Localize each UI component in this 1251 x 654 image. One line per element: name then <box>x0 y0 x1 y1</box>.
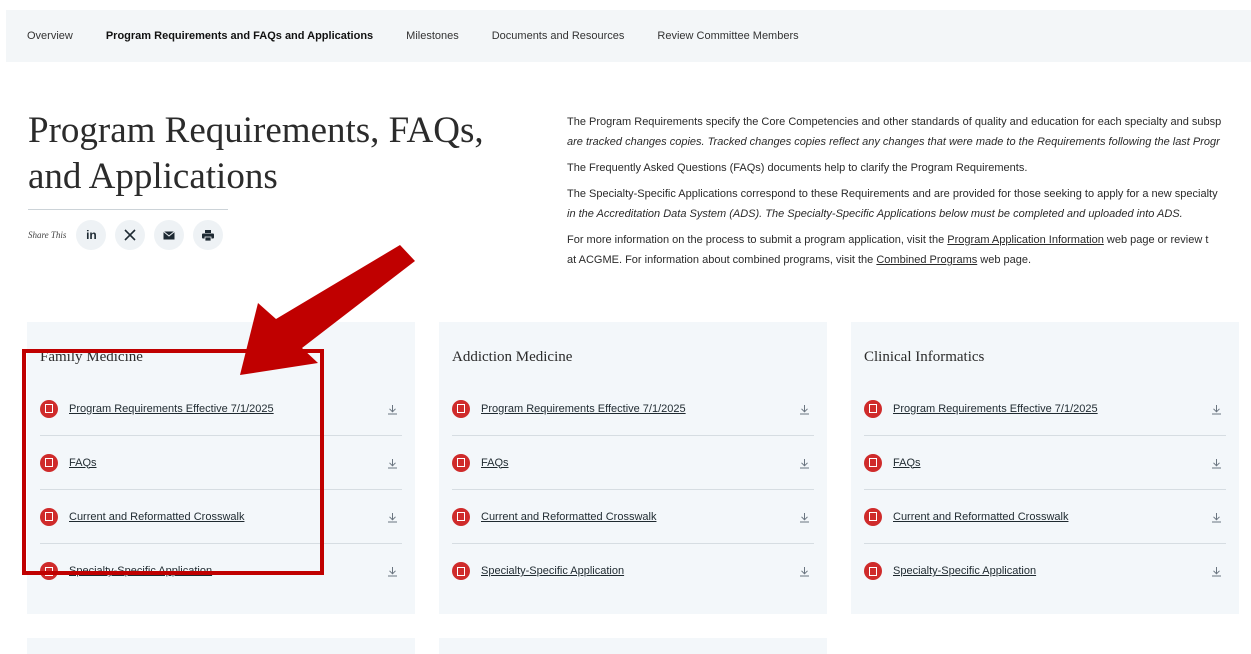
intro-p4-text-3: at ACGME. For information about combined… <box>567 254 877 266</box>
print-icon[interactable] <box>193 220 224 250</box>
list-item: Current and Reformatted Crosswalk <box>864 490 1226 544</box>
specialty-card-clinical-informatics: Clinical Informatics Program Requirement… <box>851 322 1239 614</box>
download-icon[interactable] <box>1211 456 1222 474</box>
document-link[interactable]: Specialty-Specific Application <box>481 565 624 577</box>
download-icon[interactable] <box>387 510 398 528</box>
intro-p4-text-4: web page. <box>977 254 1032 266</box>
linkedin-icon[interactable]: in <box>76 220 107 250</box>
page-title-line2: and Applications <box>28 156 278 197</box>
pdf-icon <box>40 399 58 418</box>
intro-p2: The Frequently Asked Questions (FAQs) do… <box>567 162 1028 174</box>
tab-program-requirements[interactable]: Program Requirements and FAQs and Applic… <box>106 30 373 42</box>
card-title: Family Medicine <box>40 349 143 365</box>
document-link[interactable]: Program Requirements Effective 7/1/2025 <box>893 403 1098 415</box>
pdf-icon <box>864 453 882 472</box>
download-icon[interactable] <box>799 456 810 474</box>
tab-overview[interactable]: Overview <box>27 30 73 42</box>
tab-review-committee[interactable]: Review Committee Members <box>657 30 798 42</box>
pdf-icon <box>40 507 58 526</box>
section-tabs: Overview Program Requirements and FAQs a… <box>6 10 1251 62</box>
tab-milestones[interactable]: Milestones <box>406 30 459 42</box>
intro-p1-line2: are tracked changes copies. Tracked chan… <box>567 136 1220 148</box>
list-item: FAQs <box>452 436 814 490</box>
download-icon[interactable] <box>387 564 398 582</box>
document-link[interactable]: Current and Reformatted Crosswalk <box>893 511 1068 523</box>
email-icon[interactable] <box>154 220 185 250</box>
list-item: Program Requirements Effective 7/1/2025 <box>452 382 814 436</box>
list-item: Specialty-Specific Application <box>40 544 402 598</box>
intro-p1-line1: The Program Requirements specify the Cor… <box>567 116 1222 128</box>
document-link[interactable]: Specialty-Specific Application <box>893 565 1036 577</box>
pdf-icon <box>864 399 882 418</box>
share-label: Share This <box>28 230 67 240</box>
intro-p4-text-2: web page or review t <box>1103 234 1209 246</box>
card-title: Clinical Informatics <box>864 349 985 365</box>
document-link[interactable]: Specialty-Specific Application <box>69 565 212 577</box>
download-icon[interactable] <box>1211 402 1222 420</box>
tab-documents-resources[interactable]: Documents and Resources <box>492 30 625 42</box>
pdf-icon <box>452 507 470 526</box>
download-icon[interactable] <box>1211 510 1222 528</box>
combined-programs-link[interactable]: Combined Programs <box>876 254 977 266</box>
list-item: Specialty-Specific Application <box>452 544 814 598</box>
specialty-card-next-row <box>439 638 827 654</box>
x-icon[interactable] <box>115 220 146 250</box>
program-application-info-link[interactable]: Program Application Information <box>947 234 1104 246</box>
list-item: Program Requirements Effective 7/1/2025 <box>864 382 1226 436</box>
document-list: Program Requirements Effective 7/1/2025 … <box>864 382 1226 598</box>
title-divider <box>28 209 228 210</box>
list-item: Current and Reformatted Crosswalk <box>452 490 814 544</box>
card-title: Addiction Medicine <box>452 349 573 365</box>
document-link[interactable]: Current and Reformatted Crosswalk <box>69 511 244 523</box>
document-list: Program Requirements Effective 7/1/2025 … <box>452 382 814 598</box>
specialty-card-family-medicine: Family Medicine Program Requirements Eff… <box>27 322 415 614</box>
list-item: FAQs <box>864 436 1226 490</box>
pdf-icon <box>40 453 58 472</box>
list-item: FAQs <box>40 436 402 490</box>
pdf-icon <box>864 507 882 526</box>
pdf-icon <box>452 453 470 472</box>
document-link[interactable]: Program Requirements Effective 7/1/2025 <box>69 403 274 415</box>
pdf-icon <box>452 562 470 580</box>
page-title-line1: Program Requirements, FAQs, <box>28 110 484 151</box>
specialty-card-addiction-medicine: Addiction Medicine Program Requirements … <box>439 322 827 614</box>
download-icon[interactable] <box>387 402 398 420</box>
document-link[interactable]: FAQs <box>69 457 97 469</box>
page-title: Program Requirements, FAQs, and Applicat… <box>28 108 528 200</box>
download-icon[interactable] <box>799 402 810 420</box>
list-item: Specialty-Specific Application <box>864 544 1226 598</box>
list-item: Program Requirements Effective 7/1/2025 <box>40 382 402 436</box>
intro-p3-line2: in the Accreditation Data System (ADS). … <box>567 208 1183 220</box>
document-list: Program Requirements Effective 7/1/2025 … <box>40 382 402 598</box>
pdf-icon <box>40 562 58 580</box>
download-icon[interactable] <box>799 564 810 582</box>
document-link[interactable]: Current and Reformatted Crosswalk <box>481 511 656 523</box>
download-icon[interactable] <box>799 510 810 528</box>
pdf-icon <box>864 562 882 580</box>
share-bar: Share This in <box>28 220 232 250</box>
document-link[interactable]: FAQs <box>481 457 509 469</box>
document-link[interactable]: FAQs <box>893 457 921 469</box>
intro-text: The Program Requirements specify the Cor… <box>567 112 1251 276</box>
pdf-icon <box>452 399 470 418</box>
document-link[interactable]: Program Requirements Effective 7/1/2025 <box>481 403 686 415</box>
download-icon[interactable] <box>387 456 398 474</box>
specialty-card-next-row <box>27 638 415 654</box>
download-icon[interactable] <box>1211 564 1222 582</box>
list-item: Current and Reformatted Crosswalk <box>40 490 402 544</box>
intro-p3-line1: The Specialty-Specific Applications corr… <box>567 188 1218 200</box>
intro-p4-text: For more information on the process to s… <box>567 234 948 246</box>
